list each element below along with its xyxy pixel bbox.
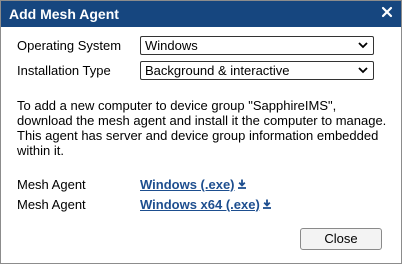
add-mesh-agent-dialog: Add Mesh Agent Operating System Windows …: [0, 0, 402, 264]
install-type-label: Installation Type: [17, 63, 111, 78]
agent-description: To add a new computer to device group "S…: [17, 98, 387, 158]
agent-label-windows: Mesh Agent: [17, 177, 86, 192]
chevron-down-icon: [358, 67, 368, 74]
agent-label-windows-x64: Mesh Agent: [17, 197, 86, 212]
windows-x64-exe-link[interactable]: Windows x64 (.exe): [140, 197, 260, 212]
chevron-down-icon: [358, 42, 368, 49]
os-label: Operating System: [17, 38, 122, 53]
dialog-title: Add Mesh Agent: [9, 6, 119, 22]
os-select[interactable]: Windows: [140, 36, 374, 55]
install-type-select[interactable]: Background & interactive: [140, 61, 374, 80]
download-icon[interactable]: [237, 179, 247, 189]
install-type-value: Background & interactive: [145, 63, 290, 78]
close-icon[interactable]: [380, 5, 394, 19]
os-select-value: Windows: [145, 38, 198, 53]
dialog-titlebar: Add Mesh Agent: [1, 1, 401, 27]
download-icon[interactable]: [262, 199, 272, 209]
windows-exe-link[interactable]: Windows (.exe): [140, 177, 235, 192]
close-button[interactable]: Close: [300, 228, 382, 250]
